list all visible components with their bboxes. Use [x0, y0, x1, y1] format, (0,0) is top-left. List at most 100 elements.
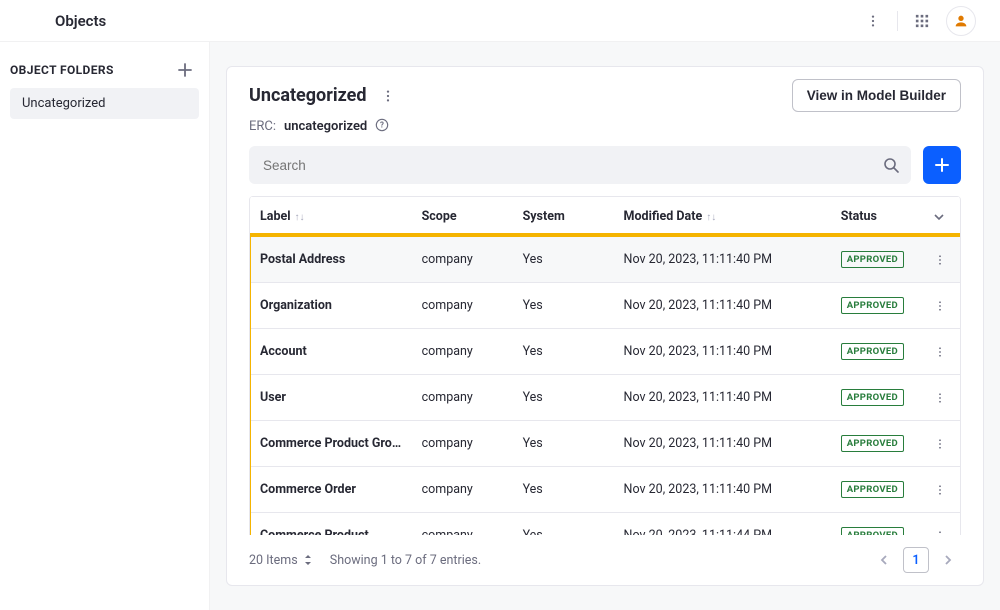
- col-system[interactable]: System: [513, 197, 614, 237]
- status-badge: APPROVED: [841, 435, 904, 452]
- row-actions[interactable]: [924, 283, 960, 329]
- info-icon[interactable]: ?: [375, 118, 391, 134]
- search-box: [249, 146, 911, 184]
- col-status[interactable]: Status: [831, 197, 924, 237]
- content: Uncategorized View in Model Builder ERC:…: [210, 42, 1000, 610]
- objects-table: Label↑↓ Scope System Modified Date↑↓ Sta…: [250, 196, 960, 535]
- grid-icon: [915, 14, 929, 28]
- cell-label: Postal Address: [250, 237, 412, 283]
- kebab-icon: [934, 438, 946, 450]
- cell-label: User: [250, 375, 412, 421]
- user-icon: [953, 13, 969, 29]
- kebab-icon: [866, 14, 880, 28]
- table-footer: 20 Items Showing 1 to 7 of 7 entries. 1: [227, 535, 983, 585]
- cell-scope: company: [412, 283, 513, 329]
- cell-system: Yes: [513, 283, 614, 329]
- table-row[interactable]: Postal AddresscompanyYesNov 20, 2023, 11…: [250, 237, 960, 283]
- pager: 1: [871, 547, 961, 573]
- cell-status: APPROVED: [831, 421, 924, 467]
- cell-label: Organization: [250, 283, 412, 329]
- erc-label: ERC:: [249, 119, 276, 134]
- items-per-page-select[interactable]: 20 Items: [249, 553, 312, 568]
- cell-scope: company: [412, 467, 513, 513]
- cell-label: Commerce Product: [250, 513, 412, 536]
- kebab-icon: [934, 346, 946, 358]
- showing-text: Showing 1 to 7 of 7 entries.: [330, 553, 481, 568]
- main-layout: OBJECT FOLDERS Uncategorized Uncategoriz…: [0, 42, 1000, 610]
- status-badge: APPROVED: [841, 251, 904, 268]
- status-badge: APPROVED: [841, 343, 904, 360]
- cell-modified: Nov 20, 2023, 11:11:40 PM: [614, 375, 831, 421]
- status-badge: APPROVED: [841, 527, 904, 535]
- panel-kebab-button[interactable]: [374, 82, 402, 110]
- erc-row: ERC: uncategorized ?: [227, 116, 983, 146]
- cell-label: Commerce Order: [250, 467, 412, 513]
- panel-title: Uncategorized: [249, 85, 366, 106]
- cell-scope: company: [412, 513, 513, 536]
- col-label[interactable]: Label↑↓: [250, 197, 412, 237]
- prev-page-button[interactable]: [871, 547, 897, 573]
- status-badge: APPROVED: [841, 481, 904, 498]
- table-row[interactable]: Commerce Product GroupcompanyYesNov 20, …: [250, 421, 960, 467]
- table-row[interactable]: AccountcompanyYesNov 20, 2023, 11:11:40 …: [250, 329, 960, 375]
- cell-status: APPROVED: [831, 513, 924, 536]
- row-actions[interactable]: [924, 513, 960, 536]
- sort-icon: ↑↓: [706, 212, 716, 223]
- add-folder-button[interactable]: [177, 62, 193, 78]
- sidebar: OBJECT FOLDERS Uncategorized: [0, 42, 210, 610]
- add-object-button[interactable]: [923, 146, 961, 184]
- cell-status: APPROVED: [831, 329, 924, 375]
- row-actions[interactable]: [924, 467, 960, 513]
- row-actions[interactable]: [924, 237, 960, 283]
- view-model-builder-button[interactable]: View in Model Builder: [792, 79, 961, 112]
- divider: [897, 11, 898, 31]
- apps-grid-button[interactable]: [908, 7, 936, 35]
- status-badge: APPROVED: [841, 297, 904, 314]
- cell-system: Yes: [513, 513, 614, 536]
- row-actions[interactable]: [924, 375, 960, 421]
- plus-icon: [934, 157, 950, 173]
- col-actions[interactable]: [924, 197, 960, 237]
- table-wrap: Label↑↓ Scope System Modified Date↑↓ Sta…: [249, 196, 961, 535]
- table-row[interactable]: OrganizationcompanyYesNov 20, 2023, 11:1…: [250, 283, 960, 329]
- table-row[interactable]: Commerce ProductcompanyYesNov 20, 2023, …: [250, 513, 960, 536]
- page-number[interactable]: 1: [903, 547, 929, 573]
- table-row[interactable]: UsercompanyYesNov 20, 2023, 11:11:40 PMA…: [250, 375, 960, 421]
- sidebar-item-label: Uncategorized: [22, 96, 105, 111]
- col-modified[interactable]: Modified Date↑↓: [614, 197, 831, 237]
- kebab-icon: [934, 254, 946, 266]
- cell-scope: company: [412, 329, 513, 375]
- sort-icon: [304, 555, 312, 565]
- cell-system: Yes: [513, 375, 614, 421]
- table-header-row: Label↑↓ Scope System Modified Date↑↓ Sta…: [250, 197, 960, 237]
- cell-modified: Nov 20, 2023, 11:11:40 PM: [614, 237, 831, 283]
- kebab-icon: [934, 300, 946, 312]
- search-icon: [883, 157, 899, 173]
- cell-system: Yes: [513, 329, 614, 375]
- sidebar-item-uncategorized[interactable]: Uncategorized: [10, 88, 199, 119]
- row-actions[interactable]: [924, 421, 960, 467]
- kebab-icon: [381, 89, 395, 103]
- row-actions[interactable]: [924, 329, 960, 375]
- erc-value: uncategorized: [284, 119, 367, 134]
- next-page-button[interactable]: [935, 547, 961, 573]
- kebab-menu-button[interactable]: [859, 7, 887, 35]
- sidebar-heading-row: OBJECT FOLDERS: [10, 62, 199, 88]
- panel-title-row: Uncategorized: [249, 82, 402, 110]
- search-button[interactable]: [877, 151, 905, 179]
- col-scope[interactable]: Scope: [412, 197, 513, 237]
- topbar: Objects: [0, 0, 1000, 42]
- cell-scope: company: [412, 421, 513, 467]
- table-row[interactable]: Commerce OrdercompanyYesNov 20, 2023, 11…: [250, 467, 960, 513]
- cell-scope: company: [412, 375, 513, 421]
- panel-header: Uncategorized View in Model Builder: [227, 67, 983, 116]
- cell-modified: Nov 20, 2023, 11:11:40 PM: [614, 283, 831, 329]
- cell-scope: company: [412, 237, 513, 283]
- search-input[interactable]: [249, 146, 911, 184]
- user-avatar-button[interactable]: [946, 6, 976, 36]
- kebab-icon: [934, 530, 946, 536]
- cell-label: Commerce Product Group: [250, 421, 412, 467]
- chevron-down-icon: [934, 212, 944, 222]
- cell-status: APPROVED: [831, 237, 924, 283]
- sort-icon: ↑↓: [295, 212, 305, 223]
